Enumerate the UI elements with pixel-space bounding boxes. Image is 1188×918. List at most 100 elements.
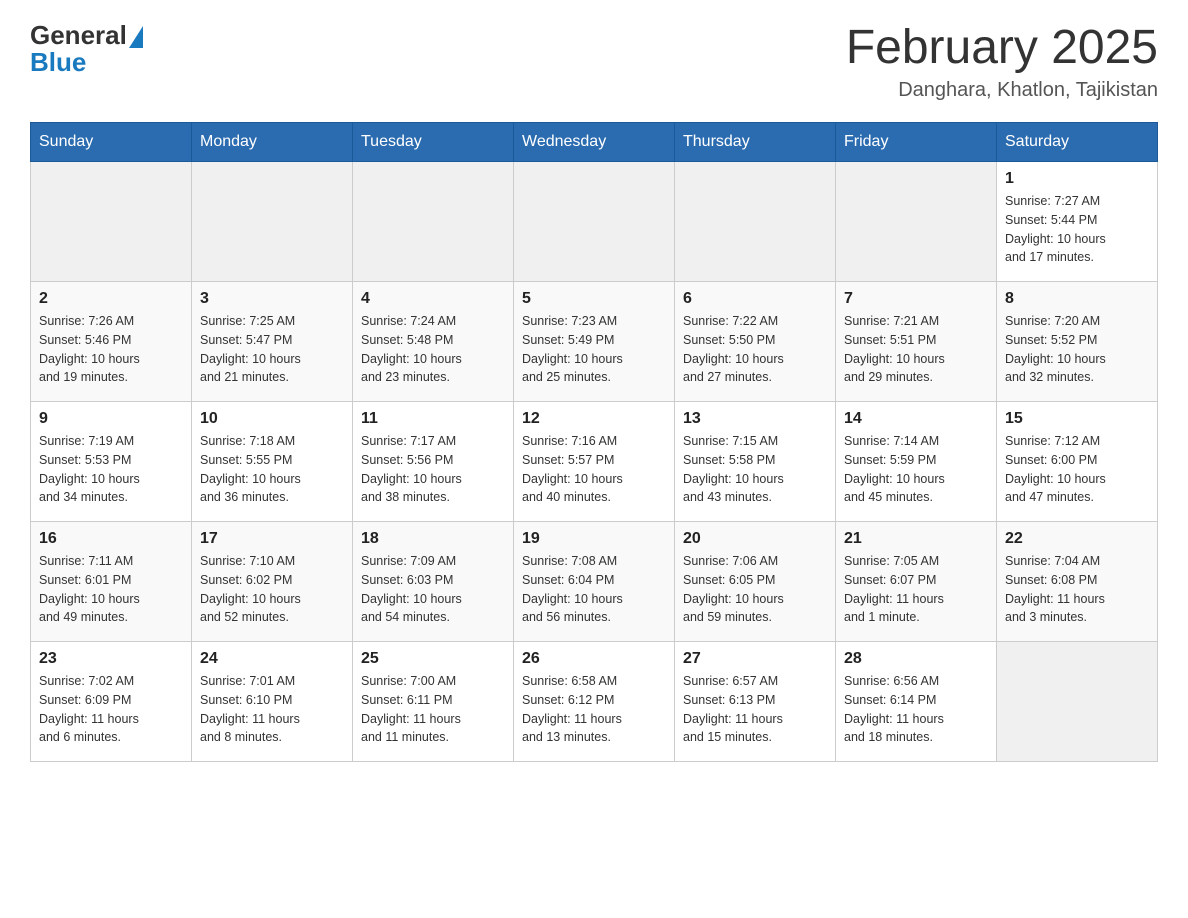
day-number: 28 [844,650,988,668]
day-info: Sunrise: 7:22 AMSunset: 5:50 PMDaylight:… [683,312,827,387]
calendar-cell: 13Sunrise: 7:15 AMSunset: 5:58 PMDayligh… [675,402,836,522]
calendar-cell: 9 Sunrise: 7:19 AMSunset: 5:53 PMDaylight… [31,402,192,522]
calendar-cell: 6 Sunrise: 7:22 AMSunset: 5:50 PMDaylight… [675,282,836,402]
calendar-cell: 11 Sunrise: 7:17 AMSunset: 5:56 PMDayligh… [353,402,514,522]
day-info: Sunrise: 7:00 AMSunset: 6:11 PMDaylight:… [361,672,505,747]
day-number: 6 [683,290,827,308]
calendar-cell: 3 Sunrise: 7:25 AMSunset: 5:47 PMDaylight… [192,282,353,402]
day-info: Sunrise: 7:17 AMSunset: 5:56 PMDaylight:… [361,432,505,507]
day-info: Sunrise: 7:06 AMSunset: 6:05 PMDaylight:… [683,552,827,627]
day-number: 26 [522,650,666,668]
week-row-3: 9 Sunrise: 7:19 AMSunset: 5:53 PMDaylight… [31,402,1158,522]
day-number: 10 [200,410,344,428]
day-number: 19 [522,530,666,548]
day-info: Sunrise: 7:27 AMSunset: 5:44 PMDaylight:… [1005,192,1149,267]
day-number: 18 [361,530,505,548]
calendar-cell: 4Sunrise: 7:24 AMSunset: 5:48 PMDaylight… [353,282,514,402]
day-info: Sunrise: 6:56 AMSunset: 6:14 PMDaylight:… [844,672,988,747]
calendar-table: SundayMondayTuesdayWednesdayThursdayFrid… [30,122,1158,762]
calendar-cell: 14 Sunrise: 7:14 AMSunset: 5:59 PMDayligh… [836,402,997,522]
calendar-cell: 26Sunrise: 6:58 AMSunset: 6:12 PMDayligh… [514,642,675,762]
calendar-cell: 25 Sunrise: 7:00 AMSunset: 6:11 PMDayligh… [353,642,514,762]
day-info: Sunrise: 7:14 AMSunset: 5:59 PMDaylight:… [844,432,988,507]
day-info: Sunrise: 7:16 AMSunset: 5:57 PMDaylight:… [522,432,666,507]
day-number: 7 [844,290,988,308]
day-info: Sunrise: 7:02 AMSunset: 6:09 PMDaylight:… [39,672,183,747]
calendar-cell [836,162,997,282]
day-info: Sunrise: 7:11 AMSunset: 6:01 PMDaylight:… [39,552,183,627]
day-header-tuesday: Tuesday [353,123,514,162]
calendar-cell: 27 Sunrise: 6:57 AMSunset: 6:13 PMDayligh… [675,642,836,762]
calendar-cell [675,162,836,282]
day-info: Sunrise: 7:04 AMSunset: 6:08 PMDaylight:… [1005,552,1149,627]
day-info: Sunrise: 7:20 AMSunset: 5:52 PMDaylight:… [1005,312,1149,387]
calendar-cell: 24 Sunrise: 7:01 AMSunset: 6:10 PMDayligh… [192,642,353,762]
calendar-cell: 5 Sunrise: 7:23 AMSunset: 5:49 PMDaylight… [514,282,675,402]
calendar-cell: 18 Sunrise: 7:09 AMSunset: 6:03 PMDayligh… [353,522,514,642]
day-number: 14 [844,410,988,428]
day-header-saturday: Saturday [997,123,1158,162]
calendar-cell: 28 Sunrise: 6:56 AMSunset: 6:14 PMDayligh… [836,642,997,762]
day-info: Sunrise: 7:18 AMSunset: 5:55 PMDaylight:… [200,432,344,507]
day-number: 8 [1005,290,1149,308]
day-number: 2 [39,290,183,308]
calendar-cell: 2 Sunrise: 7:26 AMSunset: 5:46 PMDaylight… [31,282,192,402]
day-header-sunday: Sunday [31,123,192,162]
day-number: 25 [361,650,505,668]
day-info: Sunrise: 7:12 AMSunset: 6:00 PMDaylight:… [1005,432,1149,507]
day-number: 5 [522,290,666,308]
day-number: 11 [361,410,505,428]
day-info: Sunrise: 7:09 AMSunset: 6:03 PMDaylight:… [361,552,505,627]
week-row-5: 23 Sunrise: 7:02 AMSunset: 6:09 PMDayligh… [31,642,1158,762]
day-info: Sunrise: 7:05 AMSunset: 6:07 PMDaylight:… [844,552,988,627]
calendar-cell: 20 Sunrise: 7:06 AMSunset: 6:05 PMDayligh… [675,522,836,642]
calendar-cell: 15 Sunrise: 7:12 AMSunset: 6:00 PMDayligh… [997,402,1158,522]
day-info: Sunrise: 7:10 AMSunset: 6:02 PMDaylight:… [200,552,344,627]
day-info: Sunrise: 7:21 AMSunset: 5:51 PMDaylight:… [844,312,988,387]
day-number: 1 [1005,170,1149,188]
page-header: General Blue February 2025 Danghara, Kha… [30,20,1158,102]
calendar-cell: 8 Sunrise: 7:20 AMSunset: 5:52 PMDaylight… [997,282,1158,402]
month-title: February 2025 [846,20,1158,75]
day-number: 21 [844,530,988,548]
day-info: Sunrise: 7:08 AMSunset: 6:04 PMDaylight:… [522,552,666,627]
calendar-cell: 16Sunrise: 7:11 AMSunset: 6:01 PMDayligh… [31,522,192,642]
day-number: 23 [39,650,183,668]
day-number: 13 [683,410,827,428]
calendar-cell: 17 Sunrise: 7:10 AMSunset: 6:02 PMDayligh… [192,522,353,642]
calendar-cell: 12 Sunrise: 7:16 AMSunset: 5:57 PMDayligh… [514,402,675,522]
day-info: Sunrise: 6:57 AMSunset: 6:13 PMDaylight:… [683,672,827,747]
day-header-friday: Friday [836,123,997,162]
day-info: Sunrise: 7:24 AMSunset: 5:48 PMDaylight:… [361,312,505,387]
day-number: 27 [683,650,827,668]
calendar-cell [31,162,192,282]
week-row-4: 16Sunrise: 7:11 AMSunset: 6:01 PMDayligh… [31,522,1158,642]
calendar-cell [997,642,1158,762]
location-title: Danghara, Khatlon, Tajikistan [846,79,1158,102]
calendar-cell [514,162,675,282]
day-number: 15 [1005,410,1149,428]
day-info: Sunrise: 7:01 AMSunset: 6:10 PMDaylight:… [200,672,344,747]
title-area: February 2025 Danghara, Khatlon, Tajikis… [846,20,1158,102]
day-number: 24 [200,650,344,668]
day-number: 20 [683,530,827,548]
day-number: 17 [200,530,344,548]
calendar-cell: 23 Sunrise: 7:02 AMSunset: 6:09 PMDayligh… [31,642,192,762]
day-number: 12 [522,410,666,428]
calendar-cell [353,162,514,282]
day-info: Sunrise: 7:23 AMSunset: 5:49 PMDaylight:… [522,312,666,387]
day-info: Sunrise: 7:26 AMSunset: 5:46 PMDaylight:… [39,312,183,387]
calendar-header: SundayMondayTuesdayWednesdayThursdayFrid… [31,123,1158,162]
week-row-2: 2 Sunrise: 7:26 AMSunset: 5:46 PMDaylight… [31,282,1158,402]
logo-triangle-icon [129,26,143,48]
logo: General Blue [30,20,143,78]
day-info: Sunrise: 7:25 AMSunset: 5:47 PMDaylight:… [200,312,344,387]
day-header-row: SundayMondayTuesdayWednesdayThursdayFrid… [31,123,1158,162]
day-number: 9 [39,410,183,428]
day-header-thursday: Thursday [675,123,836,162]
day-number: 3 [200,290,344,308]
day-header-monday: Monday [192,123,353,162]
day-info: Sunrise: 7:19 AMSunset: 5:53 PMDaylight:… [39,432,183,507]
calendar-cell: 10 Sunrise: 7:18 AMSunset: 5:55 PMDayligh… [192,402,353,522]
calendar-cell: 19 Sunrise: 7:08 AMSunset: 6:04 PMDayligh… [514,522,675,642]
